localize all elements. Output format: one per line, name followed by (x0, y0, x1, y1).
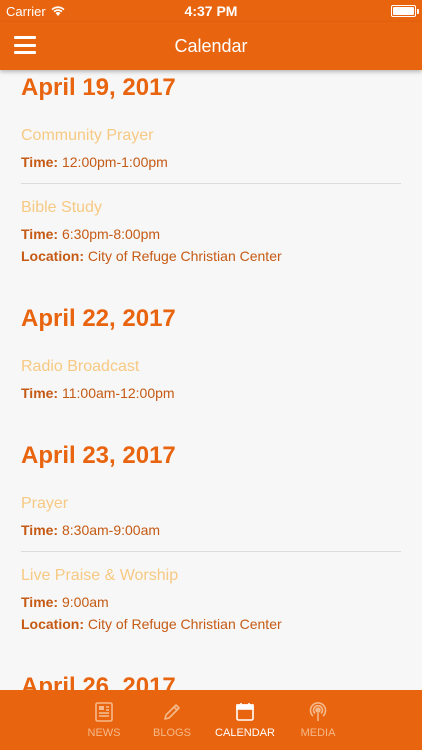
tab-label: MEDIA (300, 727, 336, 739)
event-item[interactable]: Live Praise & Worship Time: 9:00am Locat… (21, 551, 401, 645)
status-left: Carrier (6, 4, 65, 19)
event-time: Time: 6:30pm-8:00pm (21, 223, 401, 245)
event-location: Location: City of Refuge Christian Cente… (21, 613, 401, 635)
event-time: Time: 12:00pm-1:00pm (21, 151, 401, 173)
event-location: Location: City of Refuge Christian Cente… (21, 245, 401, 267)
day-date: April 26, 2017 (21, 673, 176, 690)
page-title: Calendar (174, 35, 248, 56)
location-label: Location: (21, 616, 84, 632)
tab-blogs[interactable]: BLOGS (140, 690, 204, 750)
tab-label: BLOGS (153, 727, 191, 739)
event-title: Community Prayer (21, 127, 154, 144)
newspaper-icon (95, 702, 113, 722)
tab-news[interactable]: NEWS (72, 690, 136, 750)
day-date: April 23, 2017 (21, 442, 176, 469)
location-value: City of Refuge Christian Center (87, 248, 282, 264)
pencil-icon (164, 704, 180, 720)
event-item[interactable]: Radio Broadcast Time: 11:00am-12:00pm (21, 357, 401, 414)
event-item[interactable]: Prayer Time: 8:30am-9:00am (21, 494, 401, 551)
tab-media[interactable]: MEDIA (286, 690, 350, 750)
day-section: April 26, 2017 (21, 669, 401, 690)
event-title: Bible Study (21, 199, 102, 216)
time-value: 11:00am-12:00pm (61, 385, 175, 401)
location-value: City of Refuge Christian Center (87, 616, 282, 632)
tab-calendar[interactable]: CALENDAR (208, 690, 282, 750)
hamburger-menu-icon[interactable] (14, 36, 36, 54)
event-time: Time: 9:00am (21, 591, 401, 613)
time-label: Time: (21, 385, 59, 401)
event-time: Time: 8:30am-9:00am (21, 519, 401, 541)
battery-icon (391, 5, 419, 17)
status-bar: Carrier 4:37 PM (0, 0, 422, 22)
day-date: April 19, 2017 (21, 74, 176, 101)
tab-label: NEWS (87, 727, 121, 739)
day-section: April 23, 2017 Prayer Time: 8:30am-9:00a… (21, 438, 401, 645)
event-title: Prayer (21, 495, 69, 512)
tab-label: CALENDAR (215, 727, 275, 739)
day-section: April 22, 2017 Radio Broadcast Time: 11:… (21, 301, 401, 414)
time-label: Time: (21, 594, 59, 610)
calendar-list[interactable]: April 19, 2017 Community Prayer Time: 12… (0, 70, 422, 690)
event-item[interactable]: Bible Study Time: 6:30pm-8:00pm Location… (21, 183, 401, 277)
event-time: Time: 11:00am-12:00pm (21, 382, 401, 404)
event-title: Live Praise & Worship (21, 567, 179, 584)
time-label: Time: (21, 226, 59, 242)
carrier-label: Carrier (6, 3, 46, 19)
status-right (391, 5, 419, 17)
nav-bar: Calendar (0, 22, 422, 70)
podcast-icon (309, 702, 327, 721)
wifi-icon (51, 6, 65, 16)
calendar-icon (236, 703, 254, 721)
time-value: 9:00am (61, 594, 109, 610)
location-label: Location: (21, 248, 84, 264)
event-title: Radio Broadcast (21, 358, 140, 375)
day-section: April 19, 2017 Community Prayer Time: 12… (21, 70, 401, 277)
day-date: April 22, 2017 (21, 305, 176, 332)
time-value: 8:30am-9:00am (61, 522, 161, 538)
time-label: Time: (21, 522, 59, 538)
tab-bar: NEWS BLOGS CALENDAR MEDIA (0, 690, 422, 750)
time-label: Time: (21, 154, 59, 170)
time-value: 6:30pm-8:00pm (61, 226, 161, 242)
event-item[interactable]: Community Prayer Time: 12:00pm-1:00pm (21, 126, 401, 183)
time-value: 12:00pm-1:00pm (61, 154, 168, 170)
